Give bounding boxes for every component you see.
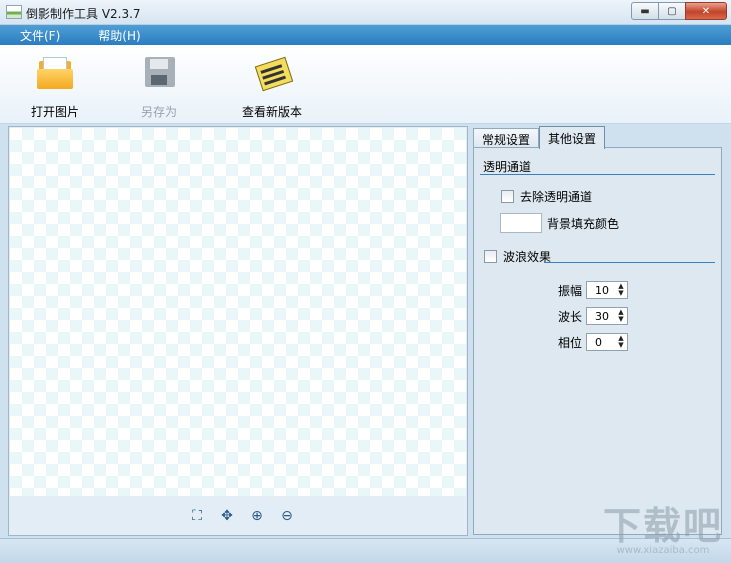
window-controls: ▬ ▢ ✕ xyxy=(631,2,727,20)
title-bar: 倒影制作工具 V2.3.7 ▬ ▢ ✕ xyxy=(0,0,731,25)
wavelength-stepper[interactable]: 30 ▲ ▼ xyxy=(586,307,628,325)
window-title: 倒影制作工具 V2.3.7 xyxy=(26,7,141,21)
zoom-toolbar: ⛶ ✥ ⊕ ⊖ xyxy=(9,497,467,535)
save-as-button[interactable]: 另存为 xyxy=(139,53,179,120)
floppy-disk-icon xyxy=(139,53,179,93)
maximize-button[interactable]: ▢ xyxy=(658,2,686,20)
bg-fill-label: 背景填充颜色 xyxy=(547,217,620,231)
divider xyxy=(480,174,715,175)
spin-arrows-icon[interactable]: ▲ ▼ xyxy=(615,309,627,323)
maximize-icon: ▢ xyxy=(667,5,677,17)
check-update-label: 查看新版本 xyxy=(242,105,303,119)
amplitude-row: 振幅 10 ▲ ▼ xyxy=(556,281,628,299)
tab-label: 常规设置 xyxy=(482,132,531,147)
checkbox-box[interactable] xyxy=(501,190,514,203)
watermark-logo: 下载吧 xyxy=(602,504,723,548)
wave-effect-checkbox[interactable]: 波浪效果 xyxy=(484,248,551,265)
close-button[interactable]: ✕ xyxy=(685,2,727,20)
image-canvas[interactable] xyxy=(10,128,466,496)
newspaper-icon xyxy=(252,53,294,93)
wavelength-label: 波长 xyxy=(557,309,582,324)
minimize-icon: ▬ xyxy=(640,5,650,17)
tab-label: 其他设置 xyxy=(548,131,597,146)
spin-arrows-icon[interactable]: ▲ ▼ xyxy=(615,335,627,349)
transparency-group-title: 透明通道 xyxy=(483,160,532,174)
settings-panel: 常规设置 其他设置 透明通道 去除透明通道 背景填充颜色 波浪效果 振幅 10 … xyxy=(473,126,722,535)
menu-file[interactable]: 文件(F) xyxy=(20,27,60,44)
phase-value: 0 xyxy=(595,335,602,349)
settings-tabs: 常规设置 其他设置 xyxy=(473,126,606,149)
preview-panel: ⛶ ✥ ⊕ ⊖ xyxy=(8,126,468,536)
divider xyxy=(544,262,715,263)
amplitude-value: 10 xyxy=(595,283,609,297)
minimize-button[interactable]: ▬ xyxy=(631,2,659,20)
menu-bar: 文件(F) 帮助(H) xyxy=(0,25,731,45)
spin-arrows-icon[interactable]: ▲ ▼ xyxy=(615,283,627,297)
remove-alpha-checkbox[interactable]: 去除透明通道 xyxy=(501,188,592,205)
watermark-url: www.xiazaiba.com xyxy=(616,545,710,556)
tab-content: 透明通道 去除透明通道 背景填充颜色 波浪效果 振幅 10 ▲ ▼ 波长 30 ▲… xyxy=(473,147,722,535)
wavelength-value: 30 xyxy=(595,309,609,323)
menu-help[interactable]: 帮助(H) xyxy=(98,27,140,44)
tab-other-settings[interactable]: 其他设置 xyxy=(539,126,606,149)
tab-general-settings[interactable]: 常规设置 xyxy=(473,128,540,149)
phase-label: 相位 xyxy=(557,335,582,350)
open-image-label: 打开图片 xyxy=(31,105,80,119)
checkbox-box[interactable] xyxy=(484,250,497,263)
remove-alpha-label: 去除透明通道 xyxy=(520,190,593,204)
fit-to-window-icon[interactable]: ⛶ xyxy=(188,507,206,525)
bg-color-swatch[interactable] xyxy=(500,213,542,233)
toolbar: 打开图片 另存为 查看新版本 xyxy=(0,45,731,124)
check-update-button[interactable]: 查看新版本 xyxy=(242,53,302,120)
folder-icon xyxy=(35,53,75,93)
actual-size-icon[interactable]: ✥ xyxy=(218,507,236,525)
zoom-in-icon[interactable]: ⊕ xyxy=(248,507,266,525)
close-icon: ✕ xyxy=(701,5,711,17)
open-image-button[interactable]: 打开图片 xyxy=(31,53,79,120)
watermark: 下载吧 www.xiazaiba.com xyxy=(603,507,723,556)
phase-stepper[interactable]: 0 ▲ ▼ xyxy=(586,333,628,351)
save-as-label: 另存为 xyxy=(140,105,177,119)
app-icon xyxy=(6,5,22,19)
amplitude-stepper[interactable]: 10 ▲ ▼ xyxy=(586,281,628,299)
phase-row: 相位 0 ▲ ▼ xyxy=(556,333,628,351)
amplitude-label: 振幅 xyxy=(557,283,582,298)
zoom-out-icon[interactable]: ⊖ xyxy=(278,507,296,525)
wavelength-row: 波长 30 ▲ ▼ xyxy=(556,307,628,325)
